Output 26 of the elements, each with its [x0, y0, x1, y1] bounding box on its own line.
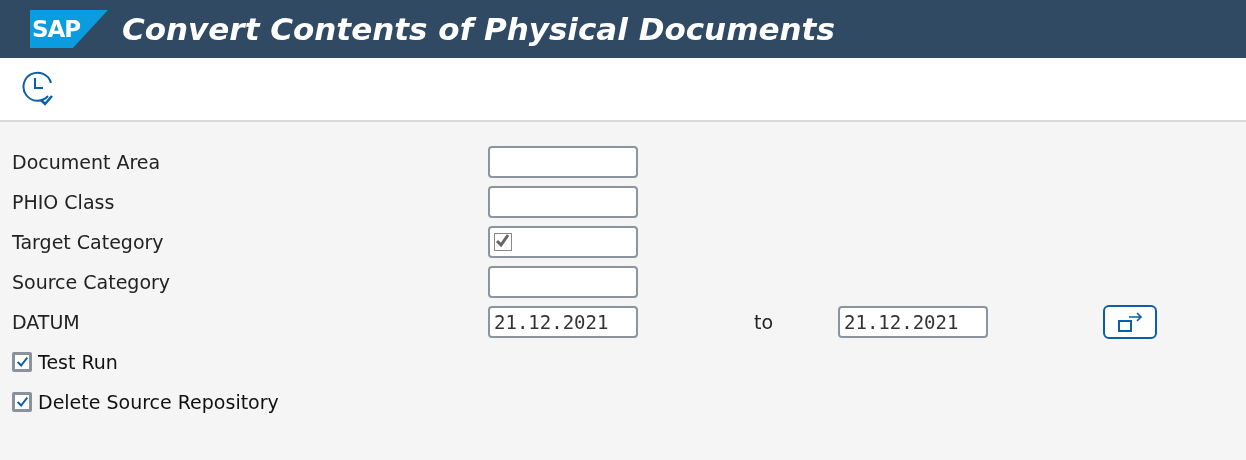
input-field[interactable] [488, 266, 638, 298]
field-label: Document Area [12, 151, 162, 173]
sap-logo: SAP [30, 10, 108, 48]
range-label: to [753, 311, 775, 333]
square-arrow-icon [1115, 311, 1145, 333]
field-label: DATUM [12, 311, 81, 333]
multiple-selection-button[interactable] [1103, 305, 1157, 339]
field-label: PHIO Class [12, 191, 116, 213]
clock-check-icon [22, 70, 56, 108]
window-title: Convert Contents of Physical Documents [122, 11, 835, 47]
checkmark-icon [495, 234, 509, 248]
checkbox[interactable] [12, 392, 32, 412]
checkmark-icon [15, 354, 29, 370]
checkmark-icon [15, 394, 29, 410]
date-field[interactable]: 21.12.2021 [488, 306, 638, 338]
checkbox[interactable] [12, 352, 32, 372]
input-field[interactable] [488, 146, 638, 178]
field-label: Source Category [12, 271, 172, 293]
checkbox-label: Test Run [38, 351, 118, 373]
input-field[interactable] [488, 186, 638, 218]
input-field[interactable] [488, 226, 638, 258]
checkbox-label: Delete Source Repository [38, 391, 279, 413]
checkbox[interactable] [494, 233, 512, 251]
execute-button[interactable] [22, 70, 56, 108]
field-label: Target Category [12, 231, 165, 253]
date-field[interactable]: 21.12.2021 [838, 306, 988, 338]
